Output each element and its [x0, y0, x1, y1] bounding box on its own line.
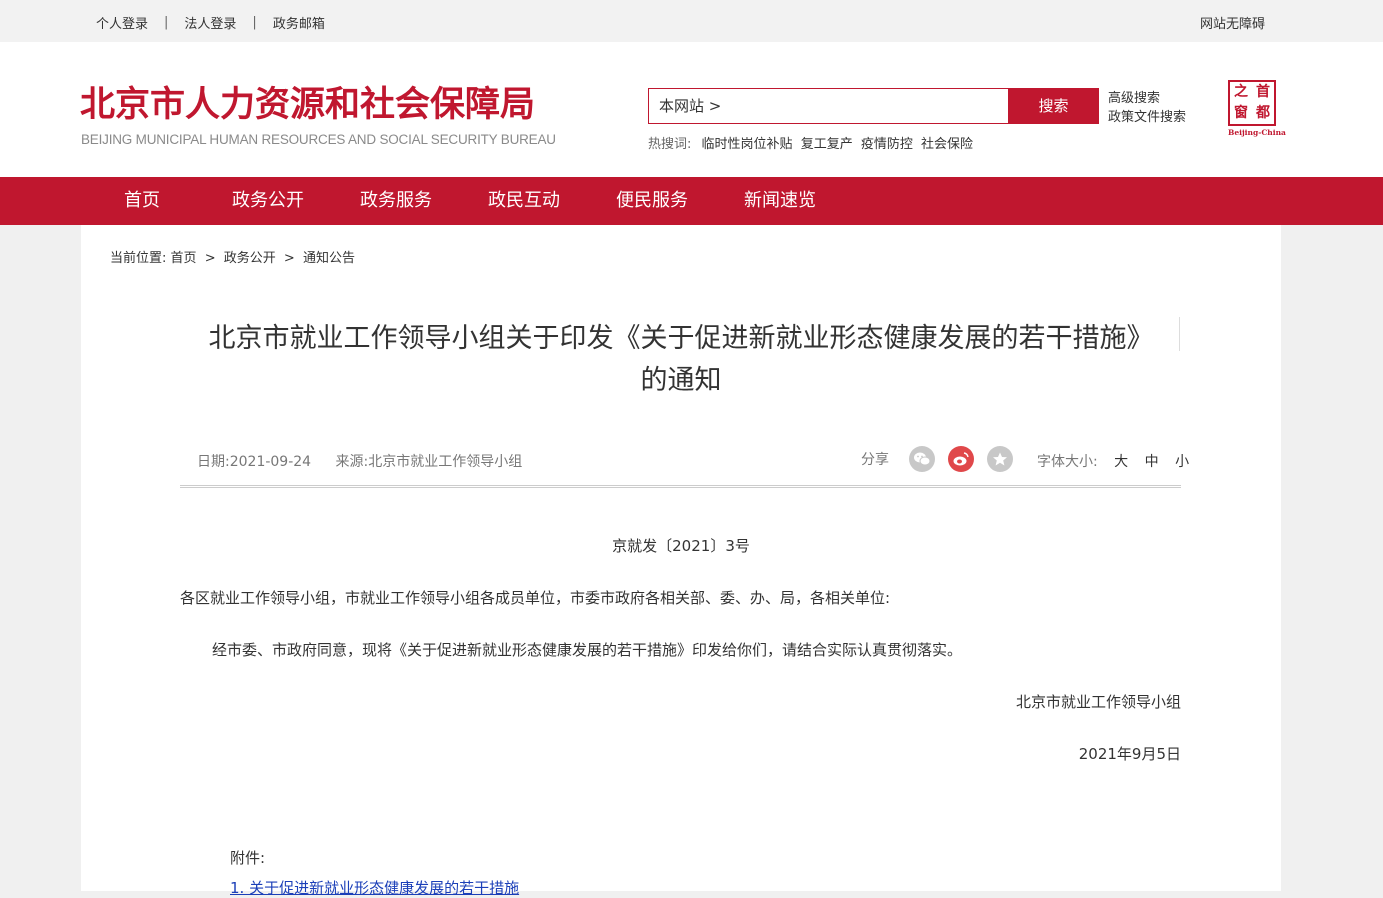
weibo-icon[interactable]	[948, 446, 974, 472]
font-size-label: 字体大小:	[1037, 454, 1098, 470]
site-logo-english: BEIJING MUNICIPAL HUMAN RESOURCES AND SO…	[81, 132, 556, 147]
wechat-glyph	[914, 452, 931, 466]
advanced-search-links: 高级搜索 政策文件搜索	[1108, 89, 1186, 127]
signature-date: 2021年9月5日	[1078, 745, 1181, 763]
weibo-glyph	[953, 452, 969, 466]
seal-char: 都	[1256, 105, 1270, 121]
hot-word-link[interactable]: 社会保险	[921, 137, 973, 152]
advanced-search-link[interactable]: 高级搜索	[1108, 91, 1160, 106]
article-title-line: 的通知	[640, 365, 722, 396]
breadcrumb-separator: >	[204, 251, 216, 266]
nav-item-gov-affairs[interactable]: 政务公开	[232, 177, 304, 225]
top-utility-bar: 个人登录 | 法人登录 | 政务邮箱 网站无障碍	[0, 0, 1383, 42]
favorite-star-icon[interactable]	[987, 446, 1013, 472]
nav-item-news[interactable]: 新闻速览	[744, 177, 816, 225]
hot-word-link[interactable]: 复工复产	[801, 137, 853, 152]
seal-english: Beijing-China	[1228, 128, 1286, 137]
search-box	[648, 88, 1008, 124]
wechat-icon[interactable]	[909, 446, 935, 472]
share-bar: 分享	[861, 445, 1013, 473]
content-panel: 当前位置: 首页 > 政务公开 > 通知公告 北京市就业工作领导小组关于印发《关…	[81, 225, 1281, 897]
article-date: 日期:2021-09-24	[197, 454, 312, 470]
separator: |	[252, 15, 257, 30]
breadcrumb-home[interactable]: 首页	[171, 251, 197, 266]
hot-search-words: 热搜词: 临时性岗位补贴 复工复产 疫情防控 社会保险	[648, 133, 977, 152]
nav-item-gov-services[interactable]: 政务服务	[360, 177, 432, 225]
breadcrumb: 当前位置: 首页 > 政务公开 > 通知公告	[110, 247, 355, 266]
personal-login-link[interactable]: 个人登录	[96, 13, 148, 32]
login-links: 个人登录 | 法人登录 | 政务邮箱	[96, 13, 325, 32]
seal-char: 之	[1234, 84, 1248, 100]
font-size-large[interactable]: 大	[1114, 454, 1128, 470]
seal-char: 窗	[1234, 105, 1248, 121]
signature-organization: 北京市就业工作领导小组	[1015, 693, 1181, 711]
share-label: 分享	[861, 452, 889, 468]
hot-word-link[interactable]: 疫情防控	[861, 137, 913, 152]
separator: |	[164, 15, 169, 30]
hot-search-label: 热搜词:	[648, 137, 692, 152]
font-size-small[interactable]: 小	[1175, 454, 1189, 470]
site-header: 北京市人力资源和社会保障局 BEIJING MUNICIPAL HUMAN RE…	[0, 42, 1383, 177]
breadcrumb-gov-affairs[interactable]: 政务公开	[224, 251, 276, 266]
corporate-login-link[interactable]: 法人登录	[184, 13, 236, 32]
font-size-medium[interactable]: 中	[1145, 454, 1159, 470]
nav-item-interaction[interactable]: 政民互动	[488, 177, 560, 225]
attachment-link[interactable]: 1. 关于促进新就业形态健康发展的若干措施	[230, 877, 519, 898]
article-title: 北京市就业工作领导小组关于印发《关于促进新就业形态健康发展的若干措施》 的通知	[181, 318, 1181, 402]
policy-search-link[interactable]: 政策文件搜索	[1108, 110, 1186, 125]
attachment-label: 附件:	[230, 849, 266, 867]
star-glyph	[993, 452, 1007, 466]
breadcrumb-separator: >	[283, 251, 295, 266]
seal-char: 首	[1256, 84, 1270, 100]
capital-window-logo[interactable]: 之 首 窗 都 Beijing-China	[1228, 80, 1286, 140]
accessibility-link[interactable]: 网站无障碍	[1200, 13, 1265, 32]
search-input[interactable]	[649, 89, 989, 121]
breadcrumb-label: 当前位置:	[110, 251, 167, 266]
government-mail-link[interactable]: 政务邮箱	[273, 13, 325, 32]
meta-divider	[180, 485, 1181, 488]
breadcrumb-notices[interactable]: 通知公告	[303, 251, 355, 266]
capital-window-seal: 之 首 窗 都	[1228, 80, 1276, 126]
article-meta: 日期:2021-09-24 来源:北京市就业工作领导小组	[197, 451, 522, 471]
salutation: 各区就业工作领导小组，市就业工作领导小组各成员单位，市委市政府各相关部、委、办、…	[180, 589, 891, 607]
site-logo-title[interactable]: 北京市人力资源和社会保障局	[80, 85, 535, 125]
title-divider	[1179, 317, 1180, 351]
nav-item-home[interactable]: 首页	[124, 177, 160, 225]
main-nav: 首页 政务公开 政务服务 政民互动 便民服务 新闻速览	[0, 177, 1383, 225]
document-number: 京就发〔2021〕3号	[612, 537, 750, 555]
hot-word-link[interactable]: 临时性岗位补贴	[702, 137, 793, 152]
font-size-control: 字体大小: 大 中 小	[1037, 451, 1189, 471]
article-source: 来源:北京市就业工作领导小组	[335, 454, 523, 470]
body-paragraph: 经市委、市政府同意，现将《关于促进新就业形态健康发展的若干措施》印发给你们，请结…	[212, 641, 963, 659]
search-button[interactable]: 搜索	[1008, 88, 1099, 124]
article-title-line: 北京市就业工作领导小组关于印发《关于促进新就业形态健康发展的若干措施》	[208, 323, 1154, 354]
nav-item-public-services[interactable]: 便民服务	[616, 177, 688, 225]
